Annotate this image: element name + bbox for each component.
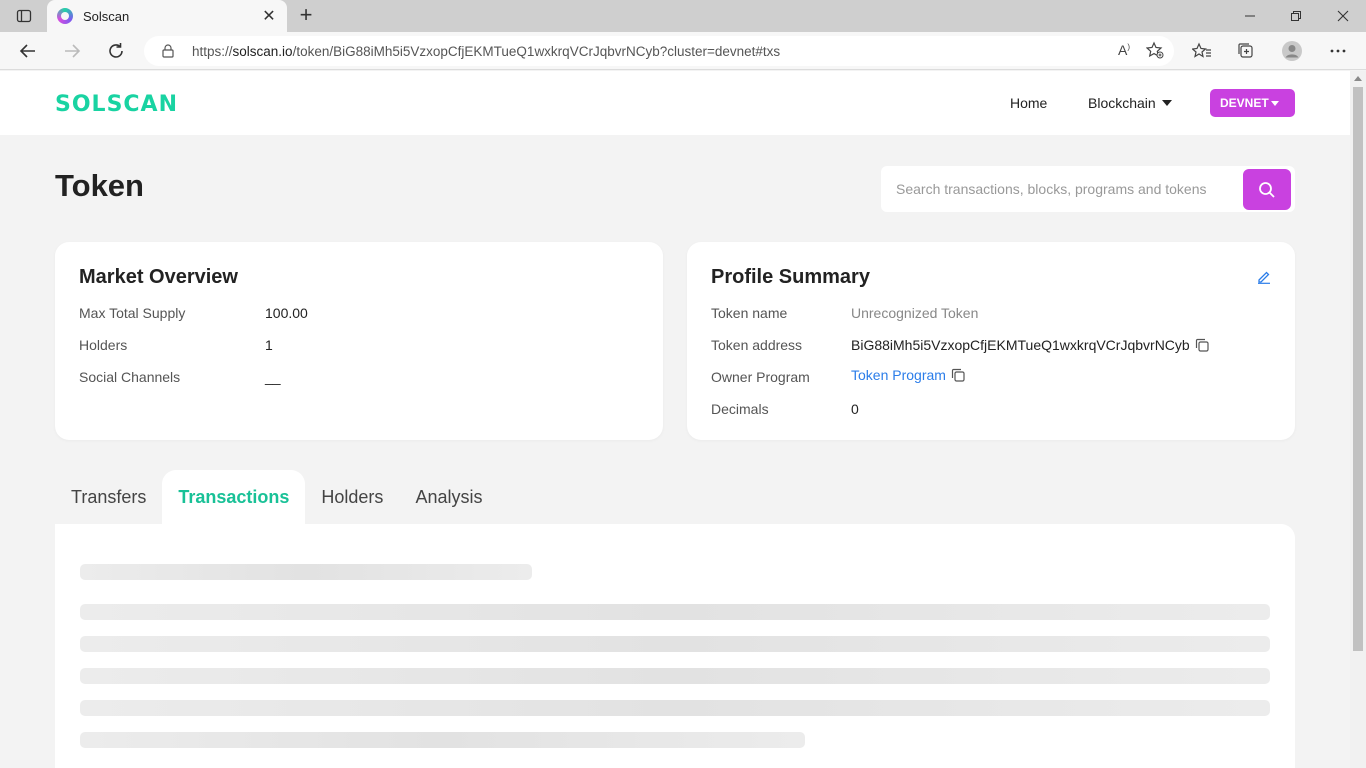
max-total-supply-value: 100.00 — [265, 305, 308, 321]
collections-icon[interactable] — [1232, 37, 1260, 65]
lock-icon[interactable] — [162, 44, 174, 58]
copy-icon[interactable] — [951, 368, 965, 382]
page-title: Token — [55, 168, 144, 203]
loading-skeleton-line — [80, 636, 1270, 652]
tab-transfers[interactable]: Transfers — [55, 470, 162, 524]
holders-value: 1 — [265, 337, 273, 353]
solscan-logo[interactable]: SOLSCAN — [55, 92, 178, 117]
max-total-supply-label: Max Total Supply — [79, 305, 186, 321]
page-scrollbar[interactable] — [1350, 71, 1366, 768]
loading-skeleton-line — [80, 700, 1270, 716]
token-name-label: Token name — [711, 305, 788, 321]
site-header: SOLSCAN Home Blockchain DEVNET — [0, 71, 1350, 135]
tab-analysis[interactable]: Analysis — [399, 470, 498, 524]
cluster-select-button[interactable]: DEVNET — [1210, 89, 1295, 117]
owner-program-link[interactable]: Token Program — [851, 367, 946, 383]
read-aloud-icon[interactable]: A) — [1118, 42, 1130, 58]
back-button[interactable] — [14, 37, 42, 65]
search-icon — [1259, 181, 1275, 198]
nav-blockchain-label: Blockchain — [1088, 95, 1156, 111]
nav-blockchain-dropdown[interactable]: Blockchain — [1088, 95, 1172, 111]
cluster-label: DEVNET — [1220, 96, 1269, 110]
token-name-value: Unrecognized Token — [851, 305, 979, 321]
profile-summary-card: Profile Summary Token name Unrecognized … — [687, 242, 1295, 440]
tab-holders[interactable]: Holders — [305, 470, 399, 524]
browser-tab-solscan[interactable]: Solscan ✕ — [47, 0, 287, 32]
loading-skeleton-line — [80, 604, 1270, 620]
token-address-text: BiG88iMh5i5VzxopCfjEKMTueQ1wxkrqVCrJqbvr… — [851, 337, 1190, 353]
social-channels-value: __ — [265, 369, 281, 385]
chevron-down-icon — [1271, 100, 1279, 106]
add-favorite-icon[interactable] — [1146, 41, 1164, 59]
owner-program-value: Token Program — [851, 367, 965, 383]
restore-window-button[interactable] — [1273, 0, 1319, 32]
scroll-up-arrow-icon[interactable] — [1354, 76, 1362, 81]
decimals-value: 0 — [851, 401, 859, 417]
decimals-label: Decimals — [711, 401, 769, 417]
profile-summary-title: Profile Summary — [711, 266, 870, 288]
transactions-panel — [55, 524, 1295, 768]
address-bar[interactable]: https://solscan.io/token/BiG88iMh5i5Vzxo… — [144, 36, 1174, 66]
market-overview-title: Market Overview — [79, 266, 238, 288]
favorites-icon[interactable] — [1188, 37, 1216, 65]
owner-program-label: Owner Program — [711, 369, 810, 385]
nav-home-link[interactable]: Home — [1010, 95, 1047, 111]
social-channels-label: Social Channels — [79, 369, 181, 385]
browser-toolbar: https://solscan.io/token/BiG88iMh5i5Vzxo… — [0, 32, 1366, 70]
loading-skeleton-line — [80, 668, 1270, 684]
token-address-label: Token address — [711, 337, 803, 353]
browser-tab-bar: Solscan ✕ + — [0, 0, 1366, 32]
solscan-favicon-icon — [57, 8, 73, 24]
scrollbar-thumb[interactable] — [1353, 87, 1363, 651]
copy-icon[interactable] — [1195, 338, 1209, 352]
profile-avatar-icon[interactable] — [1278, 37, 1306, 65]
market-overview-card: Market Overview Max Total Supply 100.00 … — [55, 242, 663, 440]
new-tab-button[interactable]: + — [294, 4, 318, 28]
close-window-button[interactable] — [1320, 0, 1366, 32]
page-viewport: SOLSCAN Home Blockchain DEVNET Token Mar… — [0, 71, 1350, 768]
loading-skeleton-line — [80, 564, 532, 580]
tab-transactions[interactable]: Transactions — [162, 470, 306, 524]
chevron-down-icon — [1161, 100, 1172, 106]
forward-button[interactable] — [58, 37, 86, 65]
token-tabs: Transfers Transactions Holders Analysis — [55, 470, 498, 524]
tab-actions-icon[interactable] — [8, 4, 40, 28]
close-tab-icon[interactable]: ✕ — [261, 6, 277, 26]
edit-icon[interactable] — [1257, 270, 1271, 284]
search-button[interactable] — [1243, 169, 1291, 210]
search-input[interactable] — [881, 166, 1241, 212]
url-text[interactable]: https://solscan.io/token/BiG88iMh5i5Vzxo… — [192, 44, 780, 59]
more-menu-icon[interactable] — [1324, 37, 1352, 65]
holders-label: Holders — [79, 337, 128, 353]
browser-tab-title: Solscan — [83, 8, 130, 24]
minimize-window-button[interactable] — [1227, 0, 1273, 32]
loading-skeleton-line — [80, 732, 805, 748]
search-box — [881, 166, 1295, 212]
reload-button[interactable] — [102, 37, 130, 65]
token-address-value: BiG88iMh5i5VzxopCfjEKMTueQ1wxkrqVCrJqbvr… — [851, 337, 1209, 353]
